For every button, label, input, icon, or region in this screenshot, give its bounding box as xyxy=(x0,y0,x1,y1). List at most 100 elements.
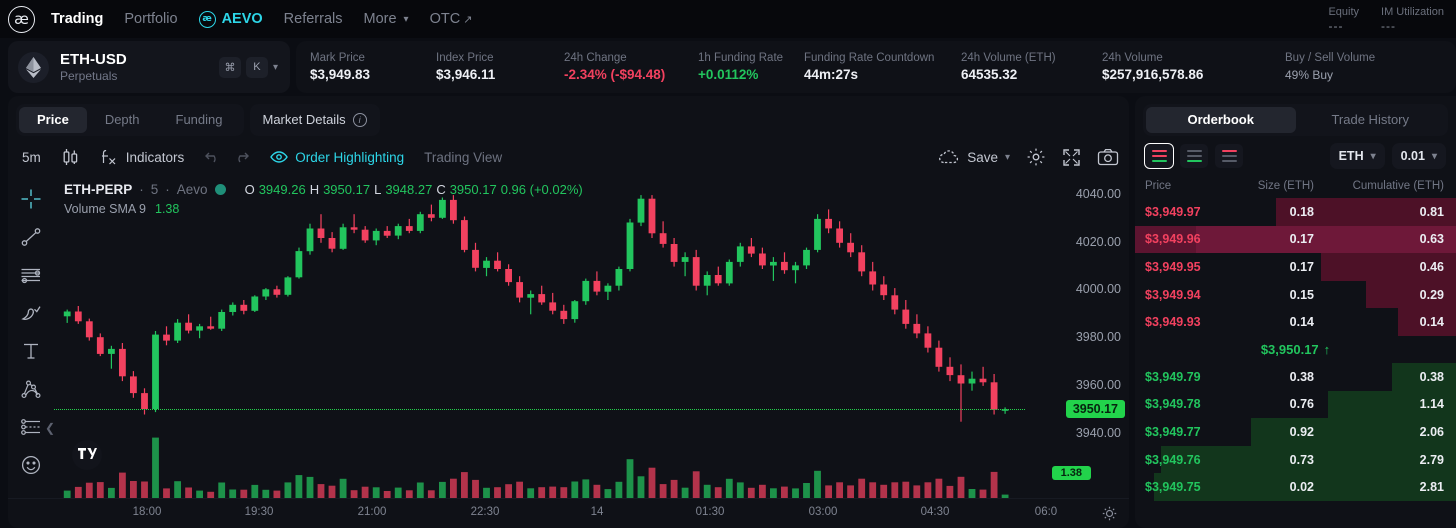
stat-label: 24h Volume (ETH) xyxy=(961,50,1088,66)
stat-24h-volume-eth: 24h Volume (ETH) 64535.32 xyxy=(947,50,1088,84)
bid-price: $3,949.76 xyxy=(1145,453,1241,467)
orderbook-bid-row[interactable]: $3,949.77 0.92 2.06 xyxy=(1135,418,1456,446)
candle-style-icon[interactable] xyxy=(61,147,80,167)
stat-24h-change: 24h Change -2.34% (-$94.48) xyxy=(550,50,684,84)
nav-item-trading[interactable]: Trading xyxy=(51,11,103,27)
volume-badge: 1.38 xyxy=(1052,466,1091,480)
x-tick: 19:30 xyxy=(245,506,274,518)
interval-selector[interactable]: 5m xyxy=(22,150,41,165)
tab-orderbook[interactable]: Orderbook xyxy=(1146,107,1296,133)
chevron-down-icon: ▾ xyxy=(1005,152,1010,163)
stat-label: Index Price xyxy=(436,50,550,66)
chart-toolbar: 5m Indicators xyxy=(8,138,1129,176)
brush-icon[interactable] xyxy=(14,296,48,330)
tick-size-select[interactable]: 0.01 ▾ xyxy=(1392,143,1446,169)
emoji-icon[interactable] xyxy=(14,448,48,482)
orderbook-ask-row[interactable]: $3,949.93 0.14 0.14 xyxy=(1135,308,1456,336)
market-selector[interactable]: ETH-USD Perpetuals ⌘ K ▾ xyxy=(8,41,290,93)
indicators-button[interactable]: Indicators xyxy=(100,148,185,166)
market-details-label: Market Details xyxy=(263,112,346,127)
trading-app: æ Trading Portfolio æ AEVO Referrals Mor… xyxy=(0,0,1456,528)
asks-only-icon[interactable] xyxy=(1215,144,1243,168)
trend-line-icon[interactable] xyxy=(14,220,48,254)
orderbook-ask-row[interactable]: $3,949.96 0.17 0.63 xyxy=(1135,226,1456,254)
market-details-button[interactable]: Market Details i xyxy=(250,104,380,136)
tab-funding[interactable]: Funding xyxy=(158,107,241,133)
x-tick: 22:30 xyxy=(471,506,500,518)
nav-item-referrals[interactable]: Referrals xyxy=(284,11,343,27)
ask-size: 0.17 xyxy=(1241,260,1332,274)
nav-item-aevo[interactable]: æ AEVO xyxy=(199,11,263,28)
tab-price[interactable]: Price xyxy=(19,107,87,133)
orderbook-bid-row[interactable]: $3,949.76 0.73 2.79 xyxy=(1135,446,1456,474)
command-key-icon: ⌘ xyxy=(219,57,241,78)
stat-label: Funding Rate Countdown xyxy=(804,50,947,66)
bid-size: 0.92 xyxy=(1241,425,1332,439)
market-search-shortcut[interactable]: ⌘ K ▾ xyxy=(219,57,278,78)
tab-trade-history[interactable]: Trade History xyxy=(1296,107,1446,133)
ask-price: $3,949.95 xyxy=(1145,260,1241,274)
y-tick: 3980.00 xyxy=(1076,330,1121,344)
bid-size: 0.73 xyxy=(1241,453,1332,467)
gear-icon[interactable] xyxy=(1026,147,1046,167)
orderbook-tab-row: Orderbook Trade History xyxy=(1135,96,1456,138)
bids-only-icon[interactable] xyxy=(1180,144,1208,168)
bid-cumulative: 2.79 xyxy=(1332,453,1444,467)
nav-item-more[interactable]: More ▾ xyxy=(364,11,409,27)
chevron-down-icon: ▾ xyxy=(404,14,409,25)
function-icon xyxy=(100,148,118,166)
price-up-arrow-icon: ↑ xyxy=(1324,342,1331,357)
measure-icon[interactable] xyxy=(14,410,48,444)
fullscreen-icon[interactable] xyxy=(1062,148,1081,167)
stat-24h-volume-usd: 24h Volume $257,916,578.86 xyxy=(1088,50,1271,84)
drawing-toolbar: ❮ xyxy=(8,176,54,498)
orderbook-ask-row[interactable]: $3,949.95 0.17 0.46 xyxy=(1135,253,1456,281)
orderbook-ask-row[interactable]: $3,949.94 0.15 0.29 xyxy=(1135,281,1456,309)
aevo-logo-icon[interactable]: æ xyxy=(8,6,35,33)
ask-cumulative: 0.29 xyxy=(1332,288,1444,302)
nav-item-portfolio[interactable]: Portfolio xyxy=(124,11,177,27)
time-axis[interactable]: 18:00 19:30 21:00 22:30 14 01:30 03:00 0… xyxy=(8,498,1129,528)
theme-toggle-icon[interactable] xyxy=(1102,506,1117,521)
stat-value: +0.0112% xyxy=(698,66,790,84)
stat-label: 1h Funding Rate xyxy=(698,50,790,66)
both-sides-icon[interactable] xyxy=(1145,144,1173,168)
im-utilization-value: --- xyxy=(1381,19,1444,34)
orderbook-panel: Orderbook Trade History ETH ▾ xyxy=(1135,96,1456,528)
stat-label: 24h Change xyxy=(564,50,684,66)
stat-funding-countdown: Funding Rate Countdown 44m:27s xyxy=(790,50,947,84)
nav-item-otc[interactable]: OTC ↗ xyxy=(430,11,473,27)
order-highlighting-label: Order Highlighting xyxy=(295,150,404,165)
price-axis[interactable]: 4040.00 4020.00 4000.00 3980.00 3960.00 … xyxy=(1025,176,1129,498)
trading-view-button[interactable]: Trading View xyxy=(424,150,502,165)
orderbook-ask-row[interactable]: $3,949.97 0.18 0.81 xyxy=(1135,198,1456,226)
orderbook-bid-row[interactable]: $3,949.78 0.76 1.14 xyxy=(1135,391,1456,419)
save-layout-button[interactable]: Save ▾ xyxy=(938,149,1010,165)
chevron-down-icon: ▾ xyxy=(1371,151,1376,162)
chart-panel: Price Depth Funding Market Details i 5m xyxy=(8,96,1129,528)
pattern-icon[interactable] xyxy=(14,372,48,406)
external-link-icon: ↗ xyxy=(463,13,472,26)
orderbook-bid-row[interactable]: $3,949.75 0.02 2.81 xyxy=(1135,473,1456,501)
y-tick: 3940.00 xyxy=(1076,426,1121,440)
bid-size: 0.02 xyxy=(1241,480,1332,494)
order-highlighting-toggle[interactable]: Order Highlighting xyxy=(270,150,404,165)
camera-icon[interactable] xyxy=(1097,148,1119,166)
chart-plot-area[interactable]: ETH-PERP · 5 · Aevo O 3949.26 H 3950.17 xyxy=(54,176,1025,498)
orderbook-bid-row[interactable]: $3,949.79 0.38 0.38 xyxy=(1135,363,1456,391)
tradingview-logo-icon[interactable] xyxy=(72,440,102,470)
unit-select[interactable]: ETH ▾ xyxy=(1330,143,1385,169)
account-summary: Equity --- IM Utilization --- xyxy=(1328,5,1446,34)
bid-cumulative: 2.81 xyxy=(1332,480,1444,494)
last-price-line xyxy=(54,409,1025,410)
text-icon[interactable] xyxy=(14,334,48,368)
tab-depth[interactable]: Depth xyxy=(87,107,158,133)
stat-buy-sell-volume: Buy / Sell Volume 49% Buy xyxy=(1271,50,1361,84)
ask-cumulative: 0.46 xyxy=(1332,260,1444,274)
redo-icon[interactable] xyxy=(232,149,250,165)
undo-icon[interactable] xyxy=(204,149,222,165)
crosshair-icon[interactable] xyxy=(14,182,48,216)
horizontal-lines-icon[interactable] xyxy=(14,258,48,292)
x-tick: 14 xyxy=(591,506,604,518)
x-tick: 03:00 xyxy=(809,506,838,518)
